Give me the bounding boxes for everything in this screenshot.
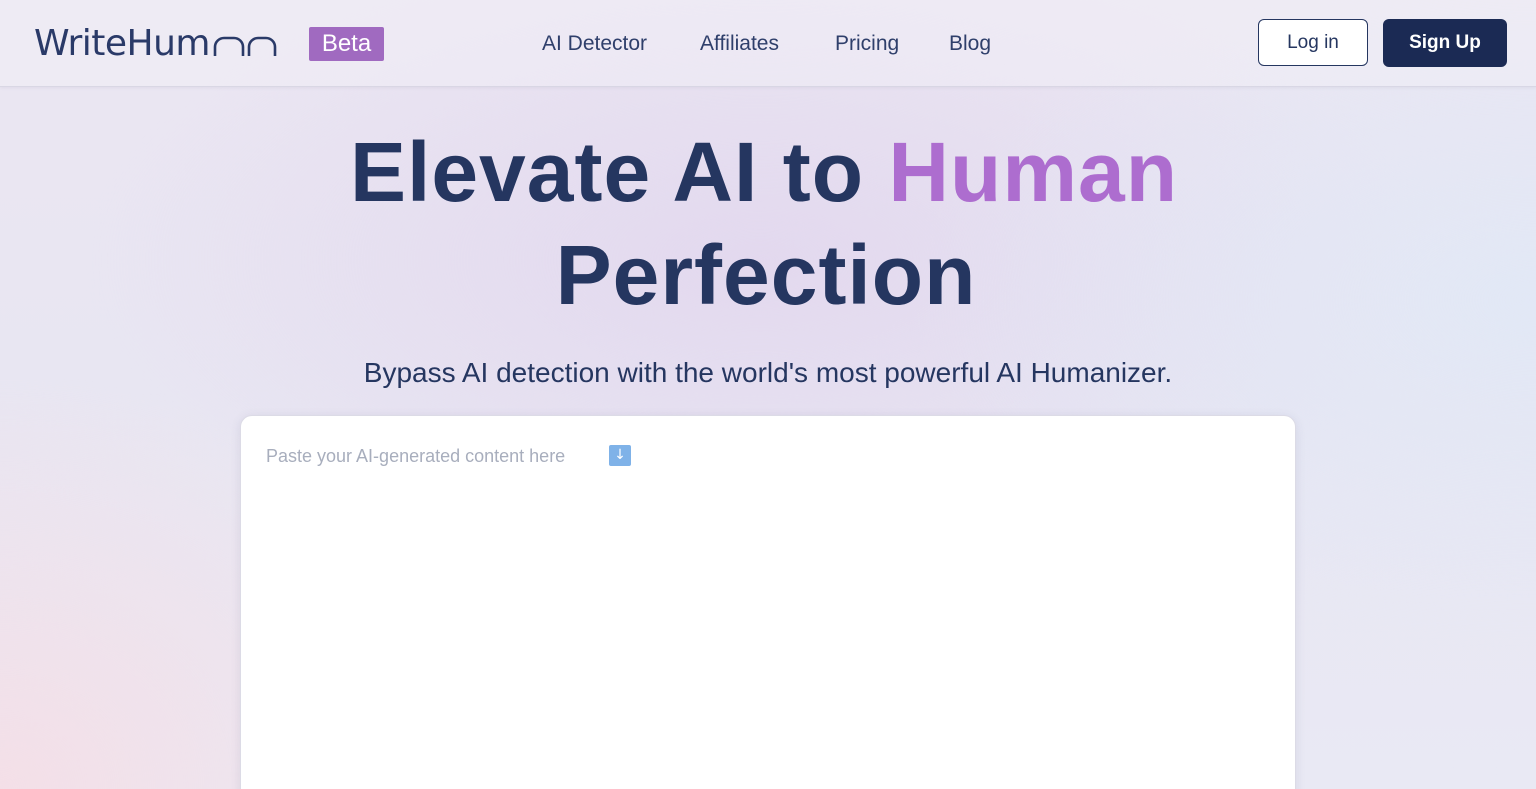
hero-subtitle: Bypass AI detection with the world's mos…	[363, 357, 1173, 388]
hero-title-line-2: Perfection	[555, 228, 977, 322]
hero-title-line-1: Elevate AI to Human	[0, 122, 1532, 222]
content-input-textarea[interactable]: Paste your AI-generated content here ↓	[240, 415, 1296, 789]
hero-title-prefix: Elevate AI to	[349, 125, 889, 219]
nav-link-affiliates[interactable]: Affiliates	[700, 28, 779, 60]
nav-link-blog[interactable]: Blog	[949, 28, 991, 60]
beta-badge: Beta	[309, 27, 384, 61]
input-placeholder: Paste your AI-generated content here	[266, 446, 566, 466]
top-navigation-bar: WriteHum Beta AI Detector Affiliates Pri…	[0, 0, 1536, 87]
down-arrow-icon: ↓	[609, 445, 631, 466]
writehuman-logo[interactable]: WriteHum	[34, 24, 278, 64]
nav-link-ai-detector[interactable]: AI Detector	[542, 28, 647, 60]
logo-wordmark: WriteHum	[34, 23, 211, 64]
nav-link-pricing[interactable]: Pricing	[835, 28, 899, 60]
hero-title-accent-word: Human	[888, 125, 1179, 219]
logo-an-glyph-icon	[213, 36, 277, 56]
signup-button[interactable]: Sign Up	[1383, 19, 1507, 67]
login-button[interactable]: Log in	[1258, 19, 1368, 66]
